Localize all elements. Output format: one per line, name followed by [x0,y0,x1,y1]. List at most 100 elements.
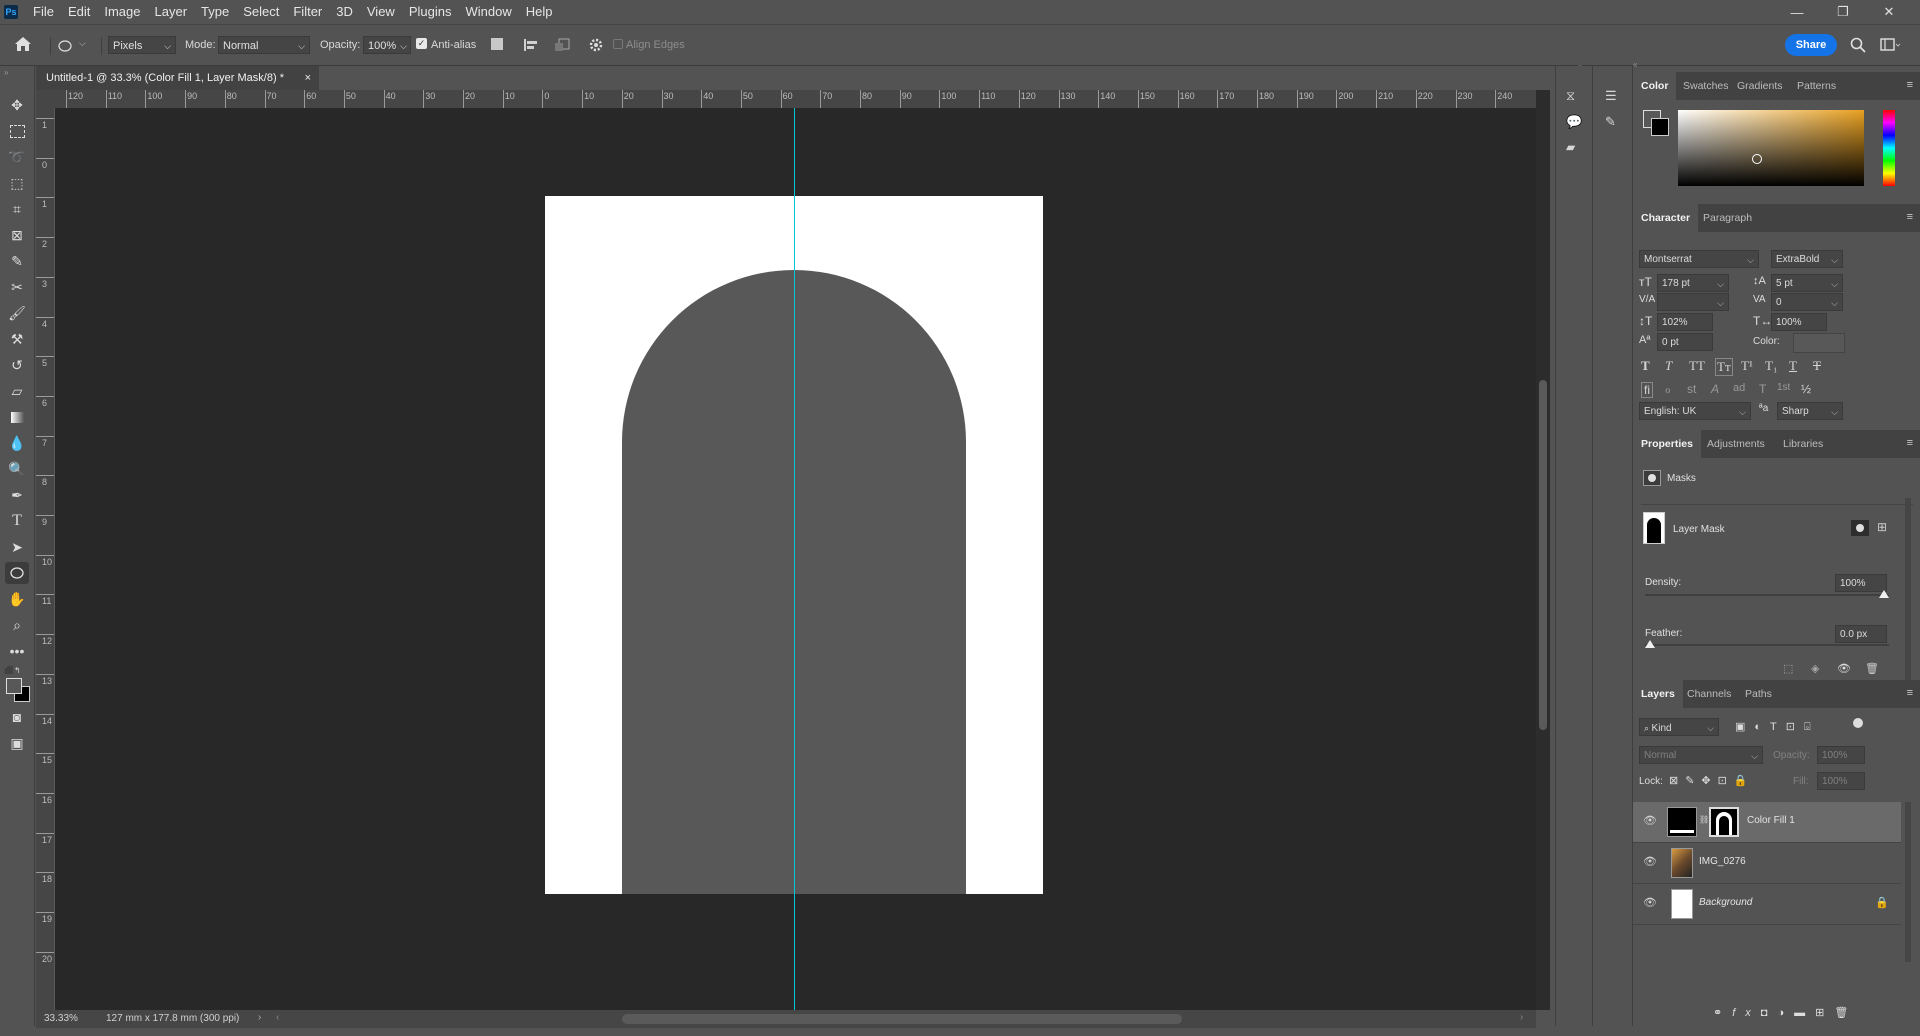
history-icon[interactable]: ⧖ [1566,88,1575,104]
background-swatch[interactable] [1651,118,1669,136]
marquee-tool-icon[interactable] [5,120,29,142]
leading-input[interactable]: 5 pt ⌵ [1771,274,1843,292]
tab-gradients[interactable]: Gradients [1729,72,1791,100]
underline-button[interactable]: T [1789,358,1797,374]
menu-file[interactable]: File [26,0,61,24]
layer-mask-thumbnail[interactable] [1643,512,1665,544]
canvas-area[interactable] [55,108,1536,1010]
layer-visibility-eye-icon[interactable]: 👁 [1643,855,1657,868]
menu-edit[interactable]: Edit [61,0,97,24]
gear-icon[interactable] [588,37,604,56]
delete-layer-icon[interactable]: 🗑 [1834,1007,1858,1019]
menu-layer[interactable]: Layer [148,0,195,24]
font-size-input[interactable]: 178 pt ⌵ [1657,274,1729,292]
density-slider[interactable] [1645,594,1889,596]
hue-slider[interactable] [1883,110,1895,186]
baseline-shift-input[interactable]: 0 pt [1657,333,1713,351]
mask-link-icon[interactable]: ⛓ [1699,815,1709,824]
layer-row-background[interactable]: 👁 Background 🔒 [1633,884,1901,925]
vertical-scale-input[interactable]: 102% [1657,313,1713,331]
layer-visibility-eye-icon[interactable]: 👁 [1643,896,1657,909]
clone-stamp-tool-icon[interactable]: ⚒ [5,328,29,350]
path-alignment-icon[interactable] [523,37,539,56]
healing-brush-tool-icon[interactable]: ✂ [5,276,29,298]
tool-preset-picker[interactable]: ⌵ [50,37,102,55]
menu-select[interactable]: Select [236,0,286,24]
faux-italic-button[interactable]: T [1665,358,1672,374]
zoom-level[interactable]: 33.33% [44,1013,78,1024]
feather-slider[interactable] [1645,644,1889,646]
workspace-icon[interactable] [1880,37,1902,56]
contextual-alternates-button[interactable]: st [1687,382,1696,396]
vertical-ruler[interactable]: 1 0 1 2 3 4 5 6 7 8 9 10 11 12 13 14 15 16 17 18 19 20 [36,108,55,1010]
hand-tool-icon[interactable]: ✋ [5,588,29,610]
feather-input[interactable]: 0.0 px [1835,625,1887,643]
properties-panel-menu-icon[interactable]: ≡ [1907,437,1913,449]
link-layers-icon[interactable]: ⚭ [1713,1007,1732,1019]
filter-toggle-icon[interactable] [1853,718,1863,728]
layer-name[interactable]: Background [1699,897,1752,908]
new-adjustment-icon[interactable]: ◑ [1777,1007,1794,1019]
ligatures-button[interactable]: fi [1641,382,1653,398]
layer-filter-icons[interactable]: ▣◐T⊡⌺ [1735,720,1820,734]
language-select[interactable]: English: UK ⌵ [1639,402,1751,420]
antialias-checkbox[interactable]: ✓ [416,38,427,49]
mode-select[interactable]: Normal ⌵ [218,36,310,54]
tab-paragraph[interactable]: Paragraph [1695,204,1760,232]
dodge-tool-icon[interactable]: 🔍 [5,458,29,480]
status-menu-arrow-icon[interactable]: › [258,1012,261,1023]
menu-help[interactable]: Help [519,0,560,24]
lock-icons[interactable]: ⊠✎✥⊡🔒 [1669,774,1755,787]
layer-row-img[interactable]: 👁 IMG_0276 [1633,843,1901,884]
layer-opacity-input[interactable]: 100% [1817,746,1865,764]
object-selection-tool-icon[interactable]: ⬚ [5,172,29,194]
tab-properties[interactable]: Properties [1633,430,1701,458]
density-slider-thumb[interactable] [1879,590,1889,598]
swash-button[interactable]: A [1711,382,1719,396]
tab-color[interactable]: Color [1633,72,1677,100]
color-picker-handle[interactable] [1752,154,1762,164]
ellipse-tool-icon[interactable] [5,562,29,584]
path-arrangement-icon[interactable] [553,37,573,56]
home-icon[interactable] [14,36,32,55]
menu-view[interactable]: View [360,0,402,24]
feather-slider-thumb[interactable] [1645,640,1655,648]
frame-tool-icon[interactable]: ⊠ [5,224,29,246]
font-style-select[interactable]: ExtraBold ⌵ [1771,250,1843,268]
eyedropper-tool-icon[interactable]: ✎ [5,250,29,272]
new-group-icon[interactable]: ▬ [1794,1007,1815,1019]
fill-layer-thumbnail[interactable] [1667,807,1697,837]
layer-filter-select[interactable]: ⌕ Kind ⌵ [1639,718,1719,736]
menu-image[interactable]: Image [97,0,147,24]
character-panel-menu-icon[interactable]: ≡ [1907,211,1913,223]
strikethrough-button[interactable]: T [1813,358,1821,374]
minimize-button[interactable]: — [1774,0,1820,24]
pen-tool-icon[interactable]: ✒ [5,484,29,506]
menu-plugins[interactable]: Plugins [402,0,459,24]
tab-swatches[interactable]: Swatches [1675,72,1737,100]
color-panel-menu-icon[interactable]: ≡ [1907,79,1913,91]
tab-patterns[interactable]: Patterns [1789,72,1844,100]
layer-visibility-eye-icon[interactable]: 👁 [1643,814,1657,827]
background-layer-thumbnail[interactable] [1671,889,1693,919]
scroll-right-arrow-icon[interactable]: › [1520,1012,1523,1023]
blend-mode-select[interactable]: Normal ⌵ [1639,746,1763,764]
properties-dock-icon[interactable]: ☰ [1605,88,1617,104]
menu-type[interactable]: Type [194,0,236,24]
restore-button[interactable]: ❐ [1820,0,1866,24]
move-tool-icon[interactable]: ✥ [5,94,29,116]
faux-bold-button[interactable]: T [1641,358,1650,374]
menu-filter[interactable]: Filter [286,0,329,24]
document-tab[interactable]: Untitled-1 @ 33.3% (Color Fill 1, Layer … [36,66,319,90]
menu-3d[interactable]: 3D [329,0,360,24]
lasso-tool-icon[interactable]: ➰ [5,146,29,168]
tab-libraries[interactable]: Libraries [1775,430,1831,458]
ruler-origin[interactable] [36,90,54,108]
properties-scrollbar[interactable] [1905,498,1911,688]
align-edges-checkbox[interactable] [613,39,623,49]
add-mask-icon[interactable]: ◘ [1761,1007,1778,1019]
shape-mode-select[interactable]: Pixels ⌵ [108,36,176,54]
share-button[interactable]: Share [1785,34,1837,56]
screen-mode-icon[interactable]: ▣ [5,732,29,754]
vertical-scroll-thumb[interactable] [1539,380,1547,730]
